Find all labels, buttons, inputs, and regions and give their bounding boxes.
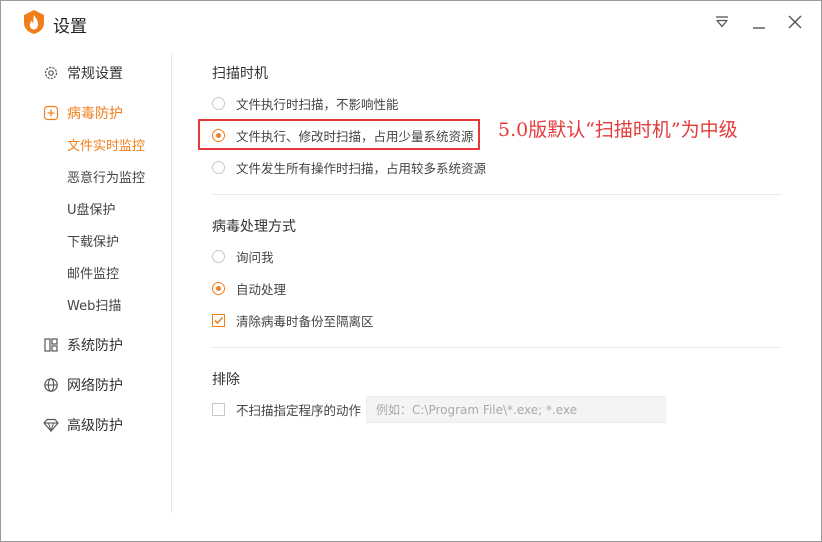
title-bar: 设置: [1, 1, 821, 43]
minimize-icon[interactable]: [750, 13, 768, 31]
sidebar-item-general[interactable]: 常规设置: [43, 61, 123, 85]
subitem-usb-protection[interactable]: U盘保护: [67, 201, 116, 221]
scan-timing-option-all[interactable]: 文件发生所有操作时扫描，占用较多系统资源: [212, 157, 486, 177]
window-title: 设置: [53, 17, 87, 37]
subitem-mail-monitor[interactable]: 邮件监控: [67, 265, 119, 285]
app-logo-icon: [23, 10, 45, 34]
option-label: 自动处理: [236, 281, 287, 297]
virus-handling-option-auto[interactable]: 自动处理: [212, 278, 286, 298]
annotation-text: 5.0版默认“扫描时机”为中级: [498, 119, 738, 141]
sidebar-item-label: 常规设置: [67, 66, 123, 82]
globe-icon: [43, 377, 59, 393]
option-label: 清除病毒时备份至隔离区: [236, 313, 374, 329]
subitem-file-monitor[interactable]: 文件实时监控: [67, 137, 145, 157]
option-label: 询问我: [236, 249, 274, 265]
section-divider: [212, 194, 782, 195]
exclude-pattern-input[interactable]: [366, 396, 666, 423]
scan-timing-title: 扫描时机: [212, 66, 268, 82]
subitem-download-protection[interactable]: 下载保护: [67, 233, 119, 253]
exclude-program-checkbox[interactable]: 不扫描指定程序的动作: [212, 399, 361, 419]
sidebar-item-label: 高级防护: [67, 418, 123, 434]
section-divider: [212, 347, 782, 348]
sidebar-item-label: 网络防护: [67, 378, 123, 394]
sidebar-item-label: 系统防护: [67, 338, 123, 354]
sidebar-divider: [171, 53, 172, 513]
option-label: 不扫描指定程序的动作: [236, 402, 362, 418]
sidebar-item-network-protection[interactable]: 网络防护: [43, 373, 123, 397]
close-icon[interactable]: [786, 13, 804, 31]
gear-icon: [43, 65, 59, 81]
grid-icon: [43, 337, 59, 353]
checkmark-icon: [214, 316, 224, 324]
sidebar-item-virus-protection[interactable]: 病毒防护: [43, 101, 123, 125]
option-label: 文件发生所有操作时扫描，占用较多系统资源: [236, 160, 487, 176]
option-label: 文件执行时扫描，不影响性能: [236, 96, 399, 112]
virus-handling-title: 病毒处理方式: [212, 219, 296, 235]
subitem-behavior-monitor[interactable]: 恶意行为监控: [67, 169, 145, 189]
sidebar-item-system-protection[interactable]: 系统防护: [43, 333, 123, 357]
backup-to-quarantine-checkbox[interactable]: 清除病毒时备份至隔离区: [212, 310, 374, 330]
checkbox[interactable]: [212, 402, 225, 416]
radio-button[interactable]: [212, 160, 225, 174]
radio-button[interactable]: [212, 96, 225, 110]
sidebar-item-label: 病毒防护: [67, 106, 123, 122]
settings-window: 设置 常规设置 病毒防护 文件实时监控 恶意行为监控 U盘保护 下载保护 邮件监…: [0, 0, 822, 542]
virus-handling-option-ask[interactable]: 询问我: [212, 246, 274, 266]
exclude-title: 排除: [212, 372, 240, 388]
diamond-icon: [43, 417, 59, 433]
annotation-highlight-box: [198, 119, 480, 150]
radio-button-selected[interactable]: [212, 281, 225, 295]
subitem-web-scan[interactable]: Web扫描: [67, 297, 121, 317]
radio-button[interactable]: [212, 249, 225, 263]
scan-timing-option-execute[interactable]: 文件执行时扫描，不影响性能: [212, 93, 399, 113]
sidebar-item-advanced-protection[interactable]: 高级防护: [43, 413, 123, 437]
checkbox-checked[interactable]: [212, 313, 225, 327]
dropdown-icon[interactable]: [713, 13, 731, 31]
plus-square-icon: [43, 105, 59, 121]
